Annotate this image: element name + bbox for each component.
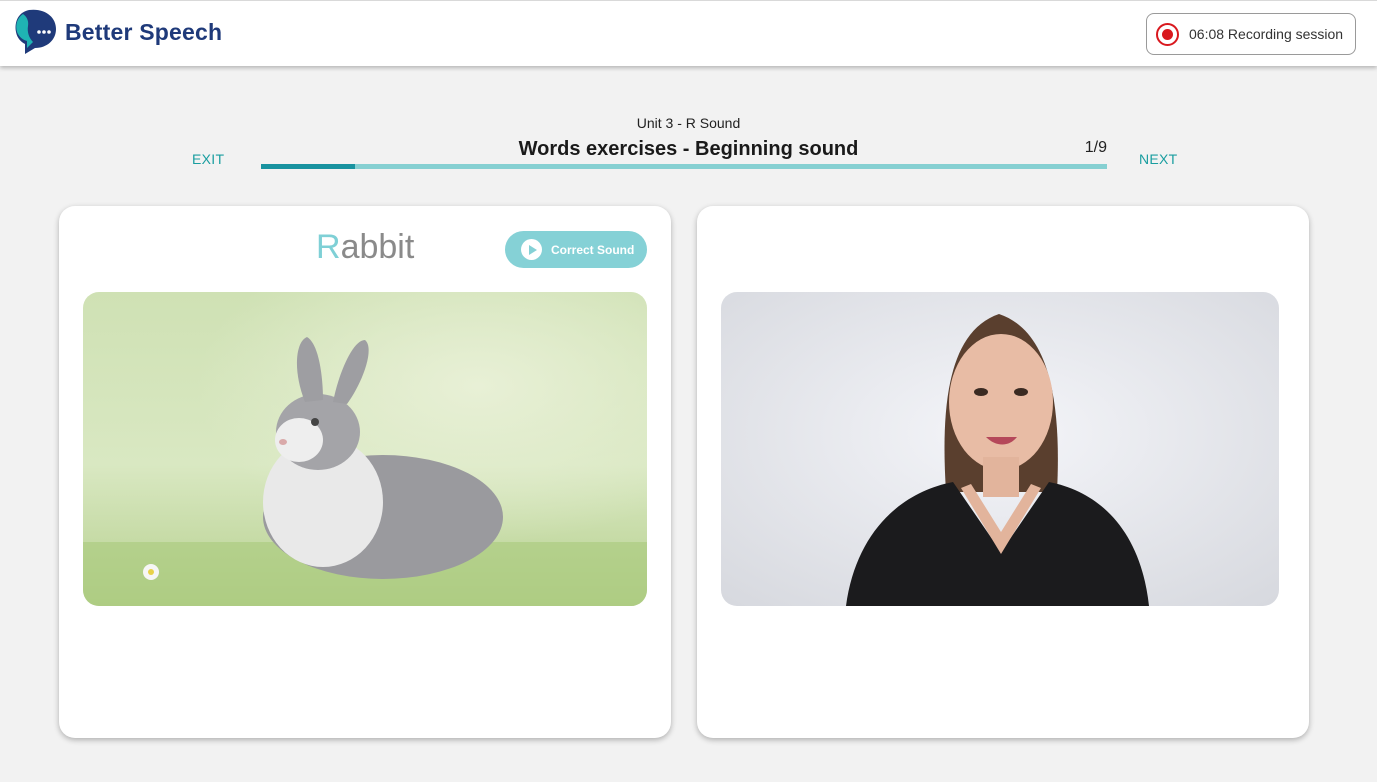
recording-session-button[interactable]: 06:08 Recording session	[1146, 13, 1356, 55]
speech-therapist-video[interactable]	[721, 292, 1279, 606]
exit-link[interactable]: EXIT	[192, 151, 224, 167]
word-card: Rabbit Correct Sound	[59, 206, 671, 738]
video-card	[697, 206, 1309, 738]
target-word: Rabbit	[316, 228, 414, 267]
app-header: Better Speech 06:08 Recording session	[0, 0, 1377, 66]
speech-head-icon	[15, 9, 57, 55]
brand-name: Better Speech	[65, 18, 223, 45]
correct-sound-label: Correct Sound	[551, 242, 635, 257]
correct-sound-button[interactable]: Correct Sound	[505, 231, 647, 268]
word-first-letter: R	[316, 228, 341, 266]
unit-label: Unit 3 - R Sound	[636, 115, 741, 131]
lesson-progress-bar	[261, 164, 1107, 169]
recording-label: 06:08 Recording session	[1189, 26, 1344, 42]
progress-fill	[261, 164, 355, 169]
rabbit-photo	[83, 292, 647, 606]
word-rest: abbit	[340, 228, 415, 266]
next-link[interactable]: NEXT	[1139, 151, 1178, 167]
record-icon	[1156, 22, 1179, 46]
brand-logo[interactable]: Better Speech	[13, 8, 222, 56]
step-counter: 1/9	[1084, 139, 1107, 156]
play-icon	[521, 239, 542, 260]
